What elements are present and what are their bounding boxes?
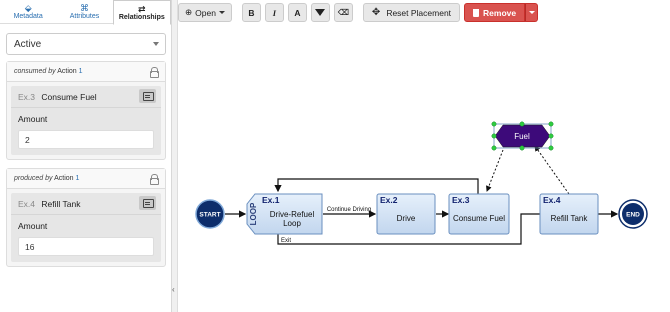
lock-icon[interactable] xyxy=(150,174,159,185)
edge-continue-driving[interactable]: Continue Driving xyxy=(323,207,377,218)
start-label: START xyxy=(199,212,220,219)
loop-code: Ex.1 xyxy=(262,195,280,205)
produced-by-suffix: Action xyxy=(54,175,74,182)
edge-consume-to-loop[interactable] xyxy=(274,178,479,194)
edge-refill-fuel-dotted[interactable] xyxy=(534,145,570,195)
consumed-by-suffix: Action xyxy=(57,68,77,75)
properties-panel: ⬙ Metadata ⌘ Attributes ⇄ Relationships … xyxy=(0,0,172,312)
trash-icon xyxy=(473,8,480,17)
loop-name-line1: Drive-Refuel xyxy=(270,210,315,219)
produced-item-card: Ex.4 Refill Tank Amount xyxy=(11,193,161,262)
diagram-canvas[interactable]: Continue Driving Exit START LOOP Ex.1 Dr… xyxy=(179,26,670,312)
font-color-button[interactable]: A xyxy=(287,3,307,22)
consumed-by-prefix: consumed by xyxy=(14,68,56,75)
consumed-by-header: consumed by Action 1 xyxy=(7,62,165,82)
bold-button[interactable]: B xyxy=(241,3,261,22)
consumed-item-body: Amount xyxy=(11,108,161,155)
loop-tag-label: LOOP xyxy=(249,202,258,225)
panel-tabs: ⬙ Metadata ⌘ Attributes ⇄ Relationships xyxy=(0,0,171,25)
eraser-button[interactable]: ⌫ xyxy=(333,3,353,22)
drive-name: Drive xyxy=(397,214,416,223)
start-node[interactable]: START xyxy=(195,199,225,229)
produced-by-prefix: produced by xyxy=(14,175,53,182)
loop-node[interactable]: LOOP Ex.1 Drive-Refuel Loop xyxy=(246,193,323,235)
produced-item-body: Amount xyxy=(11,215,161,262)
produced-item-code: Ex.4 xyxy=(18,199,36,209)
drive-code: Ex.2 xyxy=(380,195,398,205)
consumed-item-card: Ex.3 Consume Fuel Amount xyxy=(11,86,161,155)
reset-placement-button[interactable]: ✥ Reset Placement xyxy=(362,3,461,22)
produced-by-group: produced by Action 1 Ex.4 Refill Tank Am… xyxy=(6,168,166,267)
consumed-item-header: Ex.3 Consume Fuel xyxy=(11,86,161,108)
reset-placement-label: Reset Placement xyxy=(386,7,452,18)
chevron-down-icon xyxy=(153,42,159,46)
edge-continue-label: Continue Driving xyxy=(327,207,371,213)
tag-icon: ⬙ xyxy=(24,3,32,13)
status-select[interactable]: Active xyxy=(6,33,166,55)
chevron-left-icon[interactable]: ‹ xyxy=(172,285,175,294)
tab-relationships[interactable]: ⇄ Relationships xyxy=(112,0,171,25)
consume-code: Ex.3 xyxy=(452,195,470,205)
end-node[interactable]: END xyxy=(618,199,648,229)
move-arrows-icon: ✥ xyxy=(371,7,381,18)
swap-arrows-icon: ⇄ xyxy=(138,4,146,14)
open-button-label: Open xyxy=(195,7,216,18)
edge-consume-fuel-dotted[interactable] xyxy=(486,149,504,192)
produced-amount-input[interactable] xyxy=(18,237,154,256)
edge-exit-label: Exit xyxy=(281,238,291,244)
status-select-value: Active xyxy=(14,39,42,50)
tab-relationships-label: Relationships xyxy=(118,14,165,21)
consume-name: Consume Fuel xyxy=(453,214,505,223)
lock-icon[interactable] xyxy=(150,67,159,78)
details-icon[interactable] xyxy=(139,196,156,210)
italic-button[interactable]: I xyxy=(264,3,284,22)
consumed-amount-input[interactable] xyxy=(18,130,154,149)
drive-node[interactable]: Ex.2 Drive xyxy=(376,193,436,235)
refill-code: Ex.4 xyxy=(543,195,561,205)
tab-metadata-label: Metadata xyxy=(13,13,43,20)
remove-button[interactable]: Remove xyxy=(464,3,526,22)
consumed-by-count[interactable]: 1 xyxy=(79,68,83,75)
remove-button-label: Remove xyxy=(483,7,517,18)
fuel-label: Fuel xyxy=(514,132,530,141)
produced-item-name: Refill Tank xyxy=(41,199,81,209)
open-button[interactable]: ⊕ Open xyxy=(178,3,232,22)
toolbar: ⊕ Open B I A ⌫ ✥ Reset Placement Remove xyxy=(178,3,539,23)
refill-tank-node[interactable]: Ex.4 Refill Tank xyxy=(539,193,599,235)
open-circle-arrow-icon: ⊕ xyxy=(185,7,193,17)
tab-attributes[interactable]: ⌘ Attributes xyxy=(56,0,112,23)
consumed-item-name: Consume Fuel xyxy=(41,92,97,102)
consumed-amount-label: Amount xyxy=(18,114,48,124)
tab-attributes-label: Attributes xyxy=(69,13,100,20)
eraser-icon: ⌫ xyxy=(337,8,350,17)
details-icon[interactable] xyxy=(139,89,156,103)
consume-fuel-node[interactable]: Ex.3 Consume Fuel xyxy=(448,193,510,235)
consumed-by-group: consumed by Action 1 Ex.3 Consume Fuel A… xyxy=(6,61,166,160)
produced-amount-label: Amount xyxy=(18,221,48,231)
produced-by-header: produced by Action 1 xyxy=(7,169,165,189)
sitemap-icon: ⌘ xyxy=(79,3,89,13)
refill-name: Refill Tank xyxy=(551,214,589,223)
fuel-resource-node[interactable]: Fuel xyxy=(491,121,554,151)
process-diagram: Continue Driving Exit START LOOP Ex.1 Dr… xyxy=(195,121,648,245)
end-label: END xyxy=(626,212,640,219)
loop-name-line2: Loop xyxy=(283,219,301,228)
fill-color-button[interactable] xyxy=(310,3,330,22)
panel-collapse-handle[interactable]: ‹ xyxy=(172,0,178,312)
chevron-down-icon xyxy=(218,11,225,14)
produced-item-header: Ex.4 Refill Tank xyxy=(11,193,161,215)
consumed-item-code: Ex.3 xyxy=(18,92,36,102)
remove-dropdown-button[interactable] xyxy=(525,3,539,22)
tab-metadata[interactable]: ⬙ Metadata xyxy=(0,0,56,23)
produced-by-count[interactable]: 1 xyxy=(76,175,80,182)
fill-funnel-icon xyxy=(315,9,326,16)
